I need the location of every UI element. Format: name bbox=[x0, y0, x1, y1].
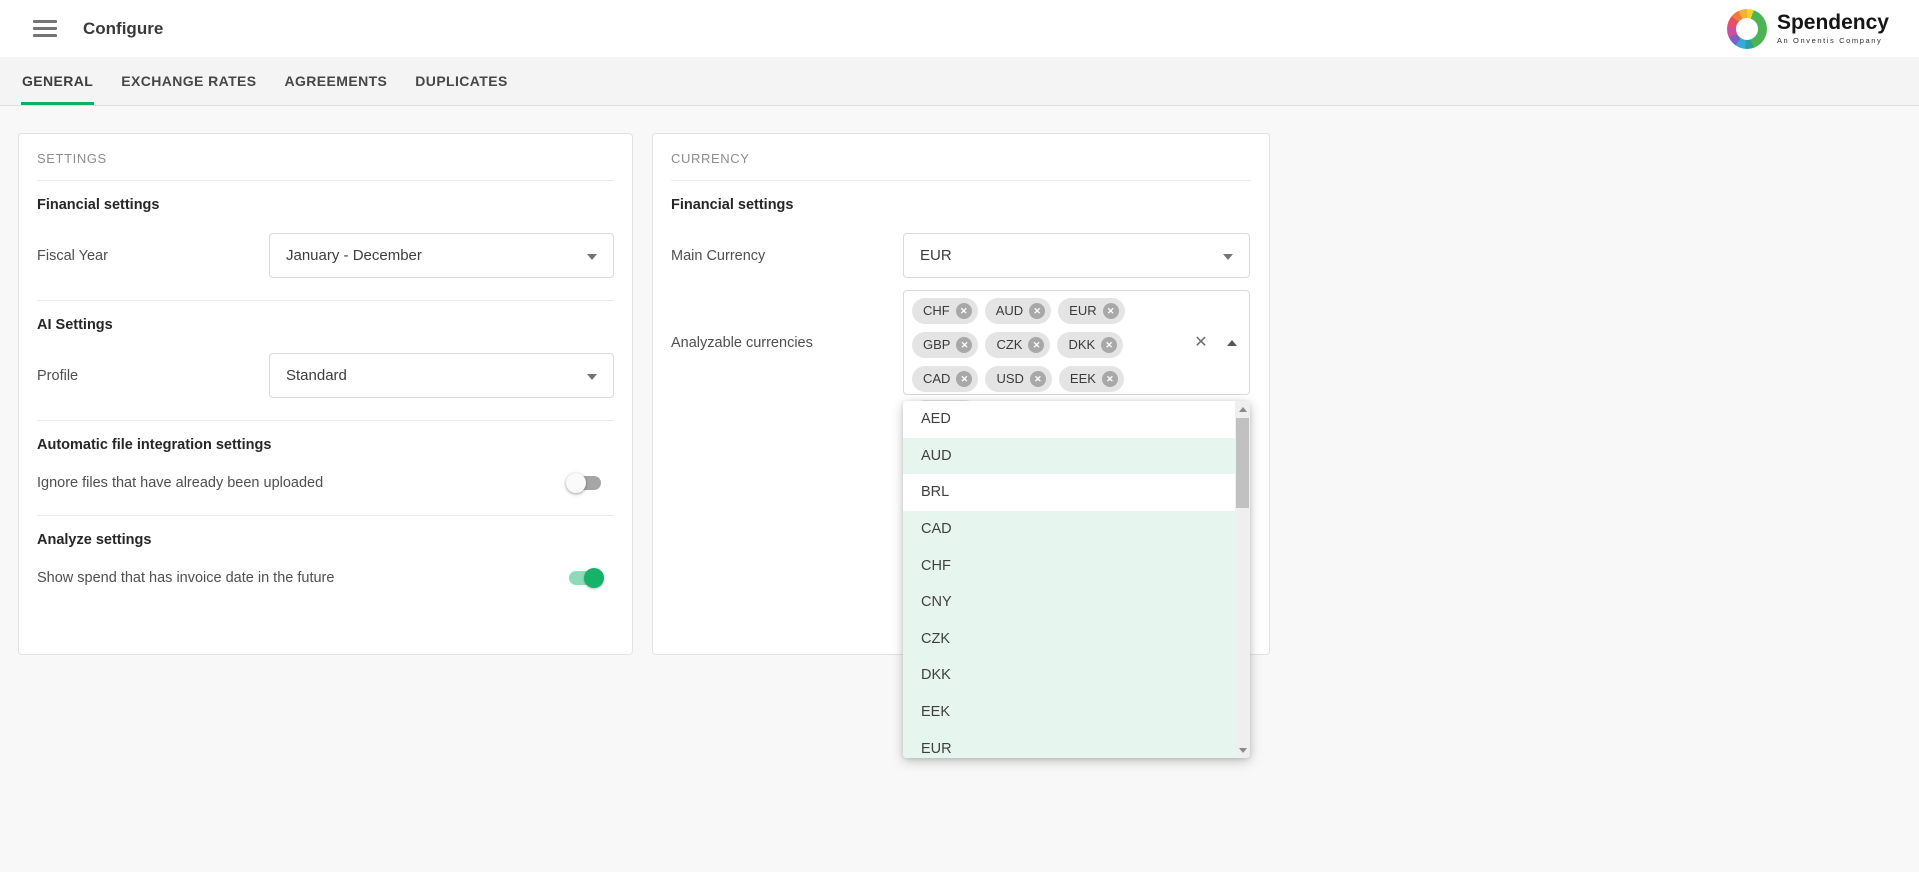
divider bbox=[37, 420, 614, 421]
dropdown-option[interactable]: DKK bbox=[903, 657, 1250, 694]
logo-donut-icon bbox=[1727, 9, 1767, 49]
remove-chip-icon[interactable]: ✕ bbox=[1029, 303, 1045, 319]
dropdown-option[interactable]: AUD bbox=[903, 438, 1250, 475]
dropdown-option[interactable]: CAD bbox=[903, 511, 1250, 548]
currency-chip: DKK ✕ bbox=[1057, 332, 1123, 358]
profile-select[interactable]: Standard bbox=[269, 353, 614, 398]
main-currency-select[interactable]: EUR bbox=[903, 233, 1250, 278]
remove-chip-icon[interactable]: ✕ bbox=[1103, 303, 1119, 319]
tab-general[interactable]: GENERAL bbox=[21, 57, 94, 105]
dropdown-scrollbar[interactable] bbox=[1235, 401, 1250, 758]
divider bbox=[671, 180, 1251, 181]
dropdown-option[interactable]: AED bbox=[903, 401, 1250, 438]
main-currency-value: EUR bbox=[920, 247, 952, 264]
currency-chip: USD ✕ bbox=[985, 366, 1051, 392]
currency-chip: CAD ✕ bbox=[912, 366, 978, 392]
dropdown-option[interactable]: BRL bbox=[903, 474, 1250, 511]
dropdown-option[interactable]: CZK bbox=[903, 621, 1250, 658]
chevron-down-icon bbox=[587, 254, 597, 260]
divider bbox=[37, 515, 614, 516]
currency-chip: CZK ✕ bbox=[985, 332, 1050, 358]
dropdown-option[interactable]: CNY bbox=[903, 584, 1250, 621]
currency-chip: CHF ✕ bbox=[912, 298, 978, 324]
chevron-down-icon bbox=[587, 374, 597, 380]
ignore-files-toggle[interactable] bbox=[566, 473, 604, 493]
remove-chip-icon[interactable]: ✕ bbox=[956, 303, 972, 319]
scroll-up-icon[interactable] bbox=[1235, 401, 1250, 417]
remove-chip-icon[interactable]: ✕ bbox=[1101, 337, 1117, 353]
currency-chip: GBP ✕ bbox=[912, 332, 978, 358]
dropdown-option[interactable]: EUR bbox=[903, 730, 1250, 758]
remove-chip-icon[interactable]: ✕ bbox=[956, 337, 972, 353]
page-title: Configure bbox=[83, 19, 163, 39]
currency-chip: EUR ✕ bbox=[1058, 298, 1124, 324]
analyzable-currencies-label: Analyzable currencies bbox=[671, 335, 903, 351]
dropdown-option[interactable]: EEK bbox=[903, 694, 1250, 731]
fiscal-year-select[interactable]: January - December bbox=[269, 233, 614, 278]
future-invoice-toggle[interactable] bbox=[566, 568, 604, 588]
remove-chip-icon[interactable]: ✕ bbox=[1028, 337, 1044, 353]
profile-label: Profile bbox=[37, 368, 269, 384]
main-currency-label: Main Currency bbox=[671, 248, 903, 264]
remove-chip-icon[interactable]: ✕ bbox=[1030, 371, 1046, 387]
profile-value: Standard bbox=[286, 367, 347, 384]
financial-settings-heading: Financial settings bbox=[37, 195, 614, 215]
top-bar: Configure Spendency An Onventis Company bbox=[0, 0, 1919, 57]
chevron-down-icon bbox=[1223, 254, 1233, 260]
currency-dropdown-list: AED AUD BRL CAD CHF CNY CZK DKK EEK EUR bbox=[903, 401, 1250, 758]
analyze-settings-heading: Analyze settings bbox=[37, 530, 614, 550]
tab-duplicates[interactable]: DUPLICATES bbox=[414, 57, 508, 105]
scrollbar-thumb[interactable] bbox=[1236, 418, 1249, 508]
fiscal-year-value: January - December bbox=[286, 247, 422, 264]
clear-selection-icon[interactable]: ✕ bbox=[1191, 333, 1211, 353]
logo-brand-text: Spendency bbox=[1777, 12, 1889, 34]
file-integration-heading: Automatic file integration settings bbox=[37, 435, 614, 455]
currency-chip: EEK ✕ bbox=[1059, 366, 1124, 392]
tab-agreements[interactable]: AGREEMENTS bbox=[284, 57, 389, 105]
menu-icon[interactable] bbox=[33, 16, 57, 41]
fiscal-year-label: Fiscal Year bbox=[37, 248, 269, 264]
settings-card-title: SETTINGS bbox=[37, 134, 614, 180]
chevron-up-icon[interactable] bbox=[1227, 340, 1237, 346]
spendency-logo: Spendency An Onventis Company bbox=[1727, 9, 1889, 49]
scroll-down-icon[interactable] bbox=[1235, 742, 1250, 758]
content-area: SETTINGS Financial settings Fiscal Year … bbox=[0, 106, 1919, 655]
ignore-files-label: Ignore files that have already been uplo… bbox=[37, 475, 566, 491]
logo-tagline: An Onventis Company bbox=[1777, 36, 1889, 45]
ai-settings-heading: AI Settings bbox=[37, 315, 614, 335]
future-invoice-label: Show spend that has invoice date in the … bbox=[37, 570, 566, 586]
config-tabbar: GENERAL EXCHANGE RATES AGREEMENTS DUPLIC… bbox=[0, 57, 1919, 106]
currency-card: CURRENCY Financial settings Main Currenc… bbox=[652, 133, 1270, 655]
currency-card-title: CURRENCY bbox=[671, 134, 1251, 180]
dropdown-option[interactable]: CHF bbox=[903, 547, 1250, 584]
financial-settings-heading: Financial settings bbox=[671, 195, 1251, 215]
tab-exchange-rates[interactable]: EXCHANGE RATES bbox=[120, 57, 257, 105]
divider bbox=[37, 180, 614, 181]
currency-chip: AUD ✕ bbox=[985, 298, 1051, 324]
remove-chip-icon[interactable]: ✕ bbox=[1102, 371, 1118, 387]
settings-card: SETTINGS Financial settings Fiscal Year … bbox=[18, 133, 633, 655]
remove-chip-icon[interactable]: ✕ bbox=[956, 371, 972, 387]
analyzable-currencies-multiselect[interactable]: CHF ✕ AUD ✕ EUR ✕ GBP ✕ CZK ✕ bbox=[903, 290, 1250, 395]
divider bbox=[37, 300, 614, 301]
